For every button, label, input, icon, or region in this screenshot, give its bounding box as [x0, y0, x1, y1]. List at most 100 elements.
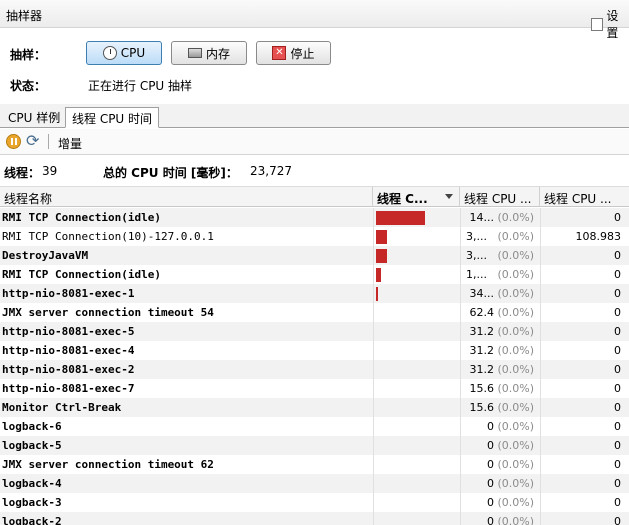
cpu-time-value: 31.2	[469, 344, 495, 357]
cpu-time-percent: (0.0%)	[497, 439, 534, 452]
pause-icon[interactable]	[6, 134, 21, 149]
cpu-user-cell: 0	[540, 246, 629, 265]
cpu-time-value: 0	[487, 477, 494, 490]
cpu-user-value: 0	[614, 420, 621, 433]
cpu-time-percent: (0.0%)	[497, 363, 534, 376]
column-header-thread-name[interactable]: 线程名称	[0, 187, 373, 207]
cpu-user-value: 0	[614, 458, 621, 471]
table-row[interactable]: JMX server connection timeout 54 62.4 (0.0…	[0, 303, 629, 322]
cpu-bar-cell	[373, 417, 460, 436]
cpu-bar-cell	[373, 436, 460, 455]
cpu-time-percent: (0.0%)	[497, 268, 534, 281]
cpu-time-value: 31.2	[469, 325, 495, 338]
table-row[interactable]: http-nio-8081-exec-4 31.2 (0.0%) 0	[0, 341, 629, 360]
table-row[interactable]: JMX server connection timeout 62 0 (0.0%) 0	[0, 455, 629, 474]
tab-thread-cpu-time[interactable]: 线程 CPU 时间	[65, 107, 160, 128]
threads-table: 线程名称 线程 C... 线程 CPU ... 线程 CPU ... RMI T…	[0, 186, 629, 525]
table-row[interactable]: logback-6 0 (0.0%) 0	[0, 417, 629, 436]
cpu-time-cell: 31.2 (0.0%)	[460, 360, 540, 379]
cpu-user-cell: 0	[540, 341, 629, 360]
table-row[interactable]: RMI TCP Connection(idle) 1,... (0.0%) 0	[0, 265, 629, 284]
cpu-time-percent: (0.0%)	[497, 306, 534, 319]
cpu-time-value: 0	[487, 439, 494, 452]
memory-button[interactable]: 内存	[171, 41, 247, 65]
cpu-user-cell: 0	[540, 455, 629, 474]
cpu-user-cell: 108.983	[540, 227, 629, 246]
cpu-time-percent: (0.0%)	[497, 515, 534, 525]
memory-button-label: 内存	[205, 46, 230, 61]
cpu-time-cell: 14... (0.0%)	[460, 208, 540, 227]
table-row[interactable]: logback-3 0 (0.0%) 0	[0, 493, 629, 512]
cpu-user-value: 0	[614, 439, 621, 452]
cpu-button-label: CPU	[120, 46, 146, 60]
thread-name-cell: logback-6	[2, 420, 62, 433]
thread-name-cell: http-nio-8081-exec-1	[2, 287, 135, 300]
table-row[interactable]: http-nio-8081-exec-2 31.2 (0.0%) 0	[0, 360, 629, 379]
column-header-thread-cpu-user[interactable]: 线程 CPU ...	[540, 187, 629, 207]
table-row[interactable]: http-nio-8081-exec-1 34... (0.0%) 0	[0, 284, 629, 303]
cpu-time-percent: (0.0%)	[497, 496, 534, 509]
cpu-time-value: 0	[487, 420, 494, 433]
cpu-time-value: 14...	[469, 211, 495, 224]
cpu-bar-cell	[373, 341, 460, 360]
cpu-user-cell: 0	[540, 284, 629, 303]
cpu-user-value: 0	[614, 306, 621, 319]
threads-value: 39	[42, 164, 58, 178]
cpu-user-cell: 0	[540, 303, 629, 322]
refresh-icon[interactable]: ⟳	[26, 133, 39, 149]
thread-name-cell: JMX server connection timeout 54	[2, 306, 214, 319]
cpu-time-cell: 0 (0.0%)	[460, 512, 540, 525]
cpu-user-value: 0	[614, 344, 621, 357]
table-row[interactable]: logback-4 0 (0.0%) 0	[0, 474, 629, 493]
cpu-bar-cell	[373, 246, 460, 265]
tab-cpu-samples[interactable]: CPU 样例	[2, 107, 66, 128]
cpu-time-cell: 0 (0.0%)	[460, 493, 540, 512]
thread-name-cell: RMI TCP Connection(idle)	[2, 268, 161, 281]
column-header-thread-cpu-time[interactable]: 线程 CPU ...	[460, 187, 540, 207]
cpu-bar-cell	[373, 398, 460, 417]
toolbar-separator	[48, 134, 49, 149]
cpu-bar-cell	[373, 360, 460, 379]
cpu-user-value: 108.983	[575, 230, 622, 243]
status-value: 正在进行 CPU 抽样	[88, 79, 193, 93]
cpu-button[interactable]: CPU	[86, 41, 162, 65]
cpu-time-percent: (0.0%)	[497, 401, 534, 414]
settings-label: 设置	[606, 9, 619, 40]
table-row[interactable]: logback-5 0 (0.0%) 0	[0, 436, 629, 455]
table-row[interactable]: http-nio-8081-exec-7 15.6 (0.0%) 0	[0, 379, 629, 398]
window-title: 抽样器	[6, 9, 43, 23]
cpu-bar-cell	[373, 512, 460, 525]
thread-name-cell: RMI TCP Connection(10)-127.0.0.1	[2, 230, 214, 243]
delta-toggle[interactable]: 增量	[58, 135, 82, 152]
thread-name-cell: Monitor Ctrl-Break	[2, 401, 122, 414]
stop-button[interactable]: ✕ 停止	[256, 41, 331, 65]
cpu-user-cell: 0	[540, 417, 629, 436]
thread-name-cell: logback-3	[2, 496, 62, 509]
cpu-time-cell: 62.4 (0.0%)	[460, 303, 540, 322]
cpu-user-cell: 0	[540, 398, 629, 417]
cpu-time-value: 15.6	[469, 401, 495, 414]
cpu-time-percent: (0.0%)	[497, 325, 534, 338]
table-row[interactable]: RMI TCP Connection(idle) 14... (0.0%) 0	[0, 208, 629, 227]
cpu-time-value: 31.2	[469, 363, 495, 376]
cpu-time-value: 0	[487, 515, 494, 525]
cpu-time-value: 62.4	[469, 306, 495, 319]
checkbox-icon[interactable]	[591, 17, 604, 31]
thread-name-cell: logback-4	[2, 477, 62, 490]
cpu-user-value: 0	[614, 382, 621, 395]
summary-bar: 线程： 39 总的 CPU 时间 [毫秒]： 23,727	[0, 160, 629, 184]
cpu-user-cell: 0	[540, 322, 629, 341]
column-header-thread-cpu-bar[interactable]: 线程 C...	[373, 187, 460, 207]
memory-icon	[187, 48, 202, 58]
stop-icon: ✕	[272, 46, 287, 60]
total-cpu-label: 总的 CPU 时间 [毫秒]：	[103, 166, 238, 180]
cpu-bar	[376, 230, 387, 244]
cpu-time-percent: (0.0%)	[497, 230, 534, 243]
table-row[interactable]: Monitor Ctrl-Break 15.6 (0.0%) 0	[0, 398, 629, 417]
cpu-time-value: 1,...	[466, 268, 487, 281]
table-row[interactable]: http-nio-8081-exec-5 31.2 (0.0%) 0	[0, 322, 629, 341]
table-row[interactable]: DestroyJavaVM 3,... (0.0%) 0	[0, 246, 629, 265]
table-row[interactable]: RMI TCP Connection(10)-127.0.0.1 3,... (0.…	[0, 227, 629, 246]
table-row[interactable]: logback-2 0 (0.0%) 0	[0, 512, 629, 525]
settings-checkbox[interactable]: 设置	[591, 7, 629, 41]
